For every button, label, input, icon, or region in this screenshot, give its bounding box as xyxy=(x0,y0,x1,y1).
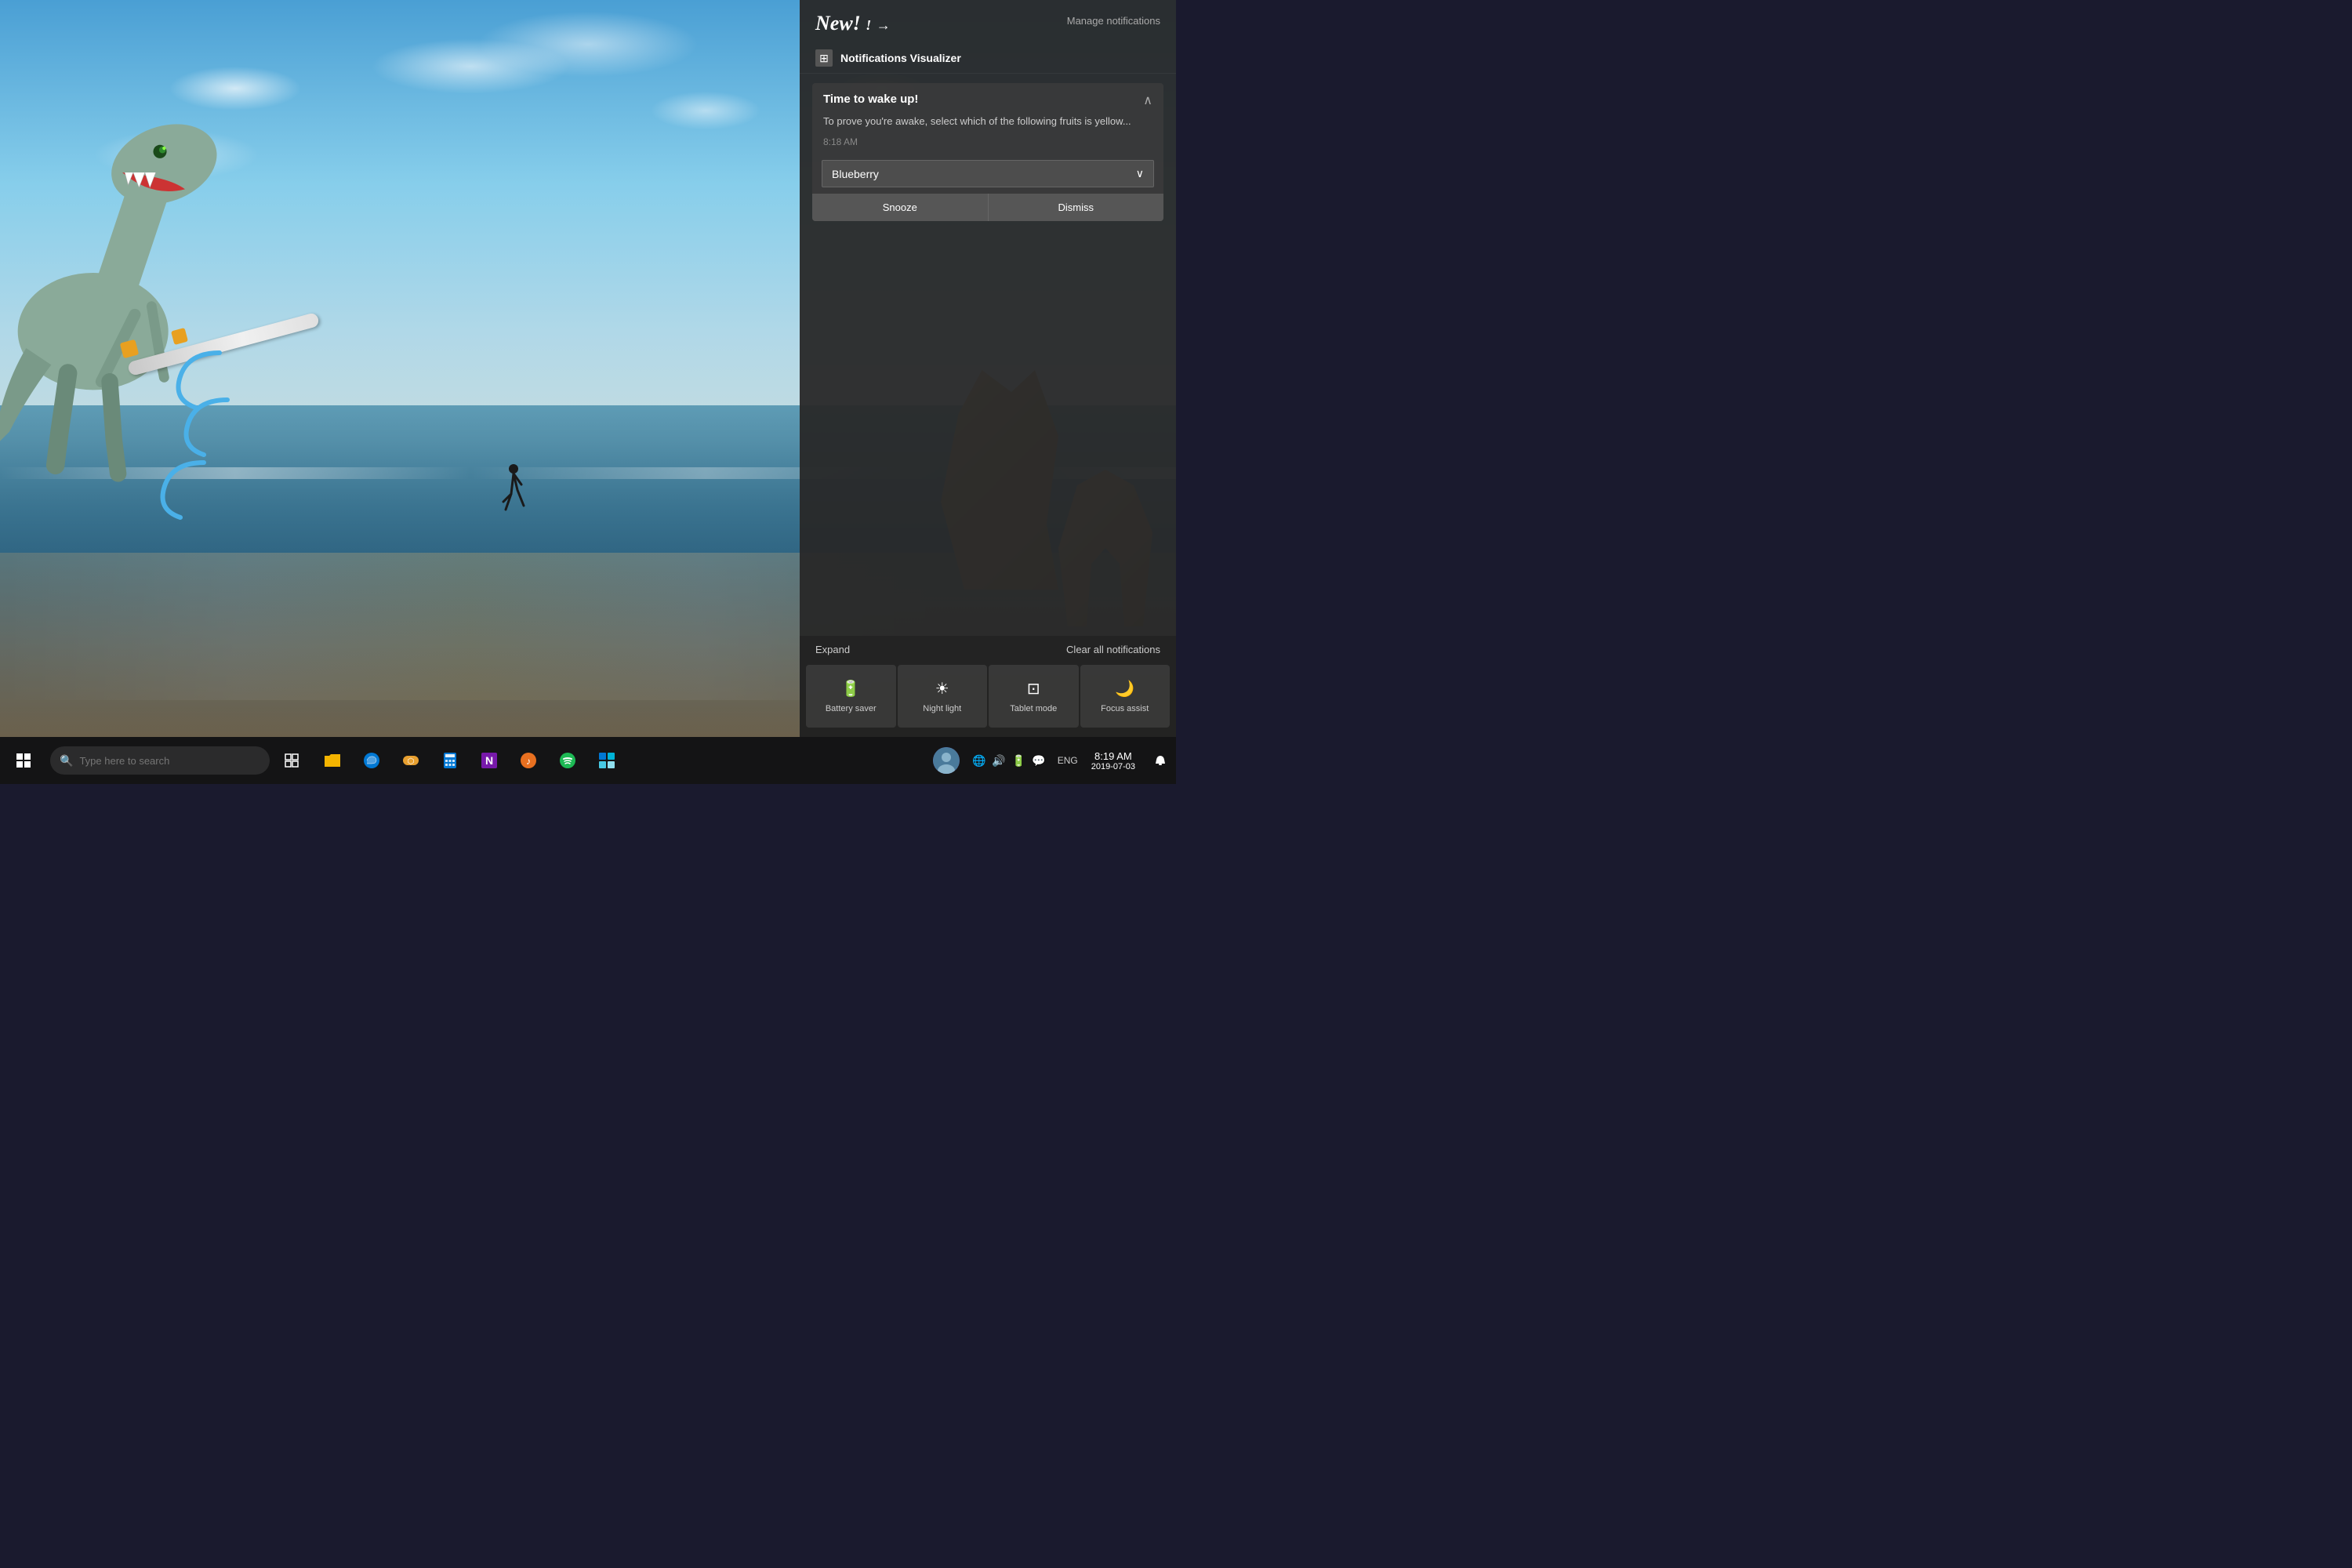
clock-time: 8:19 AM xyxy=(1094,750,1132,762)
user-avatar[interactable] xyxy=(933,747,960,774)
notification-title: Time to wake up! xyxy=(823,93,918,106)
expand-button[interactable]: Expand xyxy=(815,644,850,655)
svg-text:N: N xyxy=(485,754,493,767)
system-tray: 🌐 🔊 🔋 💬 ENG 8:19 AM 2019-07-03 xyxy=(928,737,1176,784)
search-input[interactable] xyxy=(79,755,252,767)
clock-date: 2019-07-03 xyxy=(1091,762,1135,771)
focus-assist-icon: 🌙 xyxy=(1115,679,1134,699)
task-view-button[interactable] xyxy=(273,737,310,784)
action-center-header: New! ! → Manage notifications xyxy=(800,0,1176,43)
music-icon: ♪ xyxy=(519,751,538,770)
notification-body: To prove you're awake, select which of t… xyxy=(812,114,1163,133)
taskbar-app-onenote[interactable]: N xyxy=(470,737,508,784)
focus-assist-label: Focus assist xyxy=(1101,703,1149,714)
notification-bell-icon xyxy=(1154,754,1167,767)
search-bar[interactable]: 🔍 xyxy=(50,746,270,775)
taskbar-app-spotify[interactable] xyxy=(549,737,586,784)
quick-actions-grid: 🔋 Battery saver ☀ Night light ⊡ Tablet m… xyxy=(800,662,1176,737)
app-name-label: Notifications Visualizer xyxy=(840,52,961,64)
game-icon: ⬡ xyxy=(401,751,420,770)
snooze-button[interactable]: Snooze xyxy=(812,194,989,221)
battery-icon[interactable]: 🔋 xyxy=(1012,754,1025,768)
taskbar-apps: ⬡ N ♪ xyxy=(314,737,626,784)
volume-icon[interactable]: 🔊 xyxy=(992,754,1005,768)
taskbar: 🔍 ⬡ xyxy=(0,737,1176,784)
notification-actions: Snooze Dismiss xyxy=(812,194,1163,221)
app-icon: ⊞ xyxy=(815,49,833,67)
calculator-icon xyxy=(441,751,459,770)
fruit-dropdown[interactable]: Blueberry ∨ xyxy=(822,160,1154,187)
taskbar-app-calculator[interactable] xyxy=(431,737,469,784)
taskbar-app-edge[interactable] xyxy=(353,737,390,784)
quick-tile-focus-assist[interactable]: 🌙 Focus assist xyxy=(1080,665,1171,728)
night-light-icon: ☀ xyxy=(935,679,949,699)
notification-card-header: Time to wake up! ∧ xyxy=(812,83,1163,114)
start-button[interactable] xyxy=(0,737,47,784)
notification-collapse-button[interactable]: ∧ xyxy=(1143,93,1152,108)
battery-saver-icon: 🔋 xyxy=(841,679,861,699)
notification-card: Time to wake up! ∧ To prove you're awake… xyxy=(812,83,1163,221)
spotify-icon xyxy=(558,751,577,770)
svg-text:♪: ♪ xyxy=(526,756,531,767)
task-view-icon xyxy=(285,753,299,768)
search-icon: 🔍 xyxy=(60,754,73,768)
language-indicator[interactable]: ENG xyxy=(1054,755,1082,766)
chevron-down-icon: ∨ xyxy=(1136,167,1144,180)
tablet-mode-icon: ⊡ xyxy=(1027,679,1040,699)
taskbar-app-game[interactable]: ⬡ xyxy=(392,737,430,784)
quick-tile-battery-saver[interactable]: 🔋 Battery saver xyxy=(806,665,896,728)
onenote-icon: N xyxy=(480,751,499,770)
notification-time: 8:18 AM xyxy=(812,133,1163,155)
quick-tile-tablet-mode[interactable]: ⊡ Tablet mode xyxy=(989,665,1079,728)
action-center-tray-icon[interactable]: 💬 xyxy=(1032,754,1045,768)
new-label: New! ! → xyxy=(815,12,891,35)
taskbar-app-music[interactable]: ♪ xyxy=(510,737,547,784)
notification-app-header: ⊞ Notifications Visualizer xyxy=(800,43,1176,74)
action-center-panel: New! ! → Manage notifications ⊞ Notifica… xyxy=(800,0,1176,737)
apps-grid-icon xyxy=(597,751,616,770)
system-clock[interactable]: 8:19 AM 2019-07-03 xyxy=(1082,750,1145,771)
user-avatar-image xyxy=(933,747,960,774)
dismiss-button[interactable]: Dismiss xyxy=(989,194,1164,221)
tablet-mode-label: Tablet mode xyxy=(1010,703,1057,714)
expand-clear-row: Expand Clear all notifications xyxy=(800,636,1176,662)
windows-logo-icon xyxy=(16,753,31,768)
battery-saver-label: Battery saver xyxy=(826,703,877,714)
taskbar-app-file-explorer[interactable] xyxy=(314,737,351,784)
action-center-bottom: Expand Clear all notifications 🔋 Battery… xyxy=(800,636,1176,737)
file-explorer-icon xyxy=(323,751,342,770)
ink-drawing xyxy=(157,337,298,533)
clear-all-button[interactable]: Clear all notifications xyxy=(1066,644,1160,655)
dropdown-selected-value: Blueberry xyxy=(832,168,1136,180)
network-icon[interactable]: 🌐 xyxy=(972,754,985,768)
notifications-button[interactable] xyxy=(1145,737,1176,784)
night-light-label: Night light xyxy=(923,703,961,714)
quick-tile-night-light[interactable]: ☀ Night light xyxy=(898,665,988,728)
manage-notifications-link[interactable]: Manage notifications xyxy=(1067,15,1160,27)
taskbar-app-taskview-grid[interactable] xyxy=(588,737,626,784)
svg-text:⬡: ⬡ xyxy=(408,757,415,766)
edge-icon xyxy=(362,751,381,770)
runner-silhouette xyxy=(502,463,525,525)
tray-icons-group: 🌐 🔊 🔋 💬 xyxy=(964,754,1054,768)
